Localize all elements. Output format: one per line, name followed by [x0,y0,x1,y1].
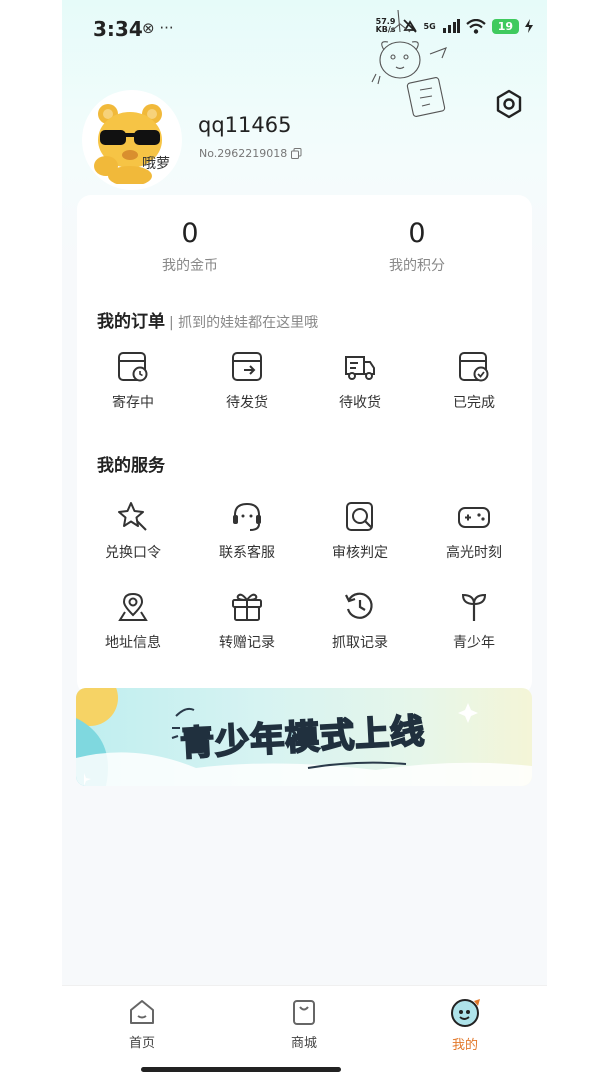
service-item-label: 高光时刻 [446,545,502,561]
nav-mall[interactable]: 商城 [264,998,344,1051]
bottom-navigation: 首页 商城 我的 [62,985,547,1080]
points-value: 0 [408,218,426,249]
service-item-review[interactable]: 审核判定 [305,500,415,562]
avatar[interactable] [82,90,182,190]
service-item-gift-records[interactable]: 转赠记录 [192,590,302,652]
order-item-to-ship[interactable]: 待发货 [192,350,302,412]
order-item-completed[interactable]: 已完成 [419,350,529,412]
star-cursor-icon [118,502,147,531]
nav-mine[interactable]: 我的 [425,998,505,1053]
service-item-contact-support[interactable]: 联系客服 [192,500,302,562]
points-stat[interactable]: 0 我的积分 [342,218,492,275]
youth-mode-banner[interactable]: 青少年模式上线 [76,688,532,786]
service-item-label: 兑换口令 [105,545,161,561]
profile-screen: 3:34 ⊗ ··· 57.9 KB/s 5G 19 哦萝 qq11465 No… [62,0,547,1080]
service-item-redeem-code[interactable]: 兑换口令 [78,500,188,562]
service-item-highlights[interactable]: 高光时刻 [419,500,529,562]
service-item-label: 审核判定 [332,545,388,561]
status-bar: 3:34 ⊗ ··· 57.9 KB/s 5G 19 [62,0,547,60]
service-item-label: 联系客服 [219,545,275,561]
nav-label: 我的 [451,1038,478,1053]
order-item-label: 已完成 [453,395,495,411]
nav-home[interactable]: 首页 [102,998,182,1051]
avatar-tag: 哦萝 [142,156,170,172]
user-number: No.2962219018 [199,147,302,160]
service-item-label: 地址信息 [105,635,161,651]
history-icon [345,592,373,619]
home-indicator[interactable] [141,1067,341,1072]
shopping-bag-icon [293,1000,315,1025]
coins-stat[interactable]: 0 我的金币 [115,218,265,275]
orders-subtitle: | 抓到的娃娃都在这里哦 [169,315,319,331]
battery-indicator: 19 [491,18,519,34]
cartoon-sketch-decoration [371,10,447,117]
service-item-youth-mode[interactable]: 青少年 [419,590,529,652]
box-out-icon [232,352,262,381]
copy-icon[interactable] [291,148,302,159]
orders-section-title[interactable]: 我的订单 | 抓到的娃娃都在这里哦 [97,307,318,332]
box-check-icon [459,352,489,382]
service-item-address[interactable]: 地址信息 [78,590,188,652]
service-item-catch-records[interactable]: 抓取记录 [305,590,415,652]
orders-title: 我的订单 [97,312,165,332]
storage-clock-icon [118,352,148,382]
username: qq11465 [198,113,292,137]
order-item-storage[interactable]: 寄存中 [78,350,188,412]
home-icon [130,1000,154,1024]
gift-icon [232,593,262,621]
search-review-icon [346,502,373,531]
settings-gear-icon[interactable] [494,89,524,119]
user-number-text: No.2962219018 [199,147,288,160]
services-title: 我的服务 [97,456,165,476]
order-item-label: 寄存中 [112,395,154,411]
status-time: 3:34 [93,17,143,41]
order-item-to-receive[interactable]: 待收货 [305,350,415,412]
nav-label: 首页 [128,1036,155,1051]
services-section-title: 我的服务 [97,451,165,476]
service-item-label: 抓取记录 [332,635,388,651]
points-label: 我的积分 [389,258,445,274]
sprout-icon [461,593,487,621]
location-icon [118,592,148,621]
headset-icon [233,502,261,531]
coins-label: 我的金币 [162,258,218,274]
status-notification-icons: ⊗ ··· [142,19,174,37]
gamepad-icon [458,507,490,528]
service-item-label: 青少年 [453,635,495,651]
order-item-label: 待发货 [226,395,268,411]
profile-face-icon [451,999,480,1027]
coins-value: 0 [181,218,199,249]
service-item-label: 转赠记录 [219,635,275,651]
order-item-label: 待收货 [339,395,381,411]
wifi-icon [465,18,486,34]
nav-label: 商城 [290,1036,317,1051]
truck-icon [345,356,375,380]
charging-icon [525,19,533,33]
